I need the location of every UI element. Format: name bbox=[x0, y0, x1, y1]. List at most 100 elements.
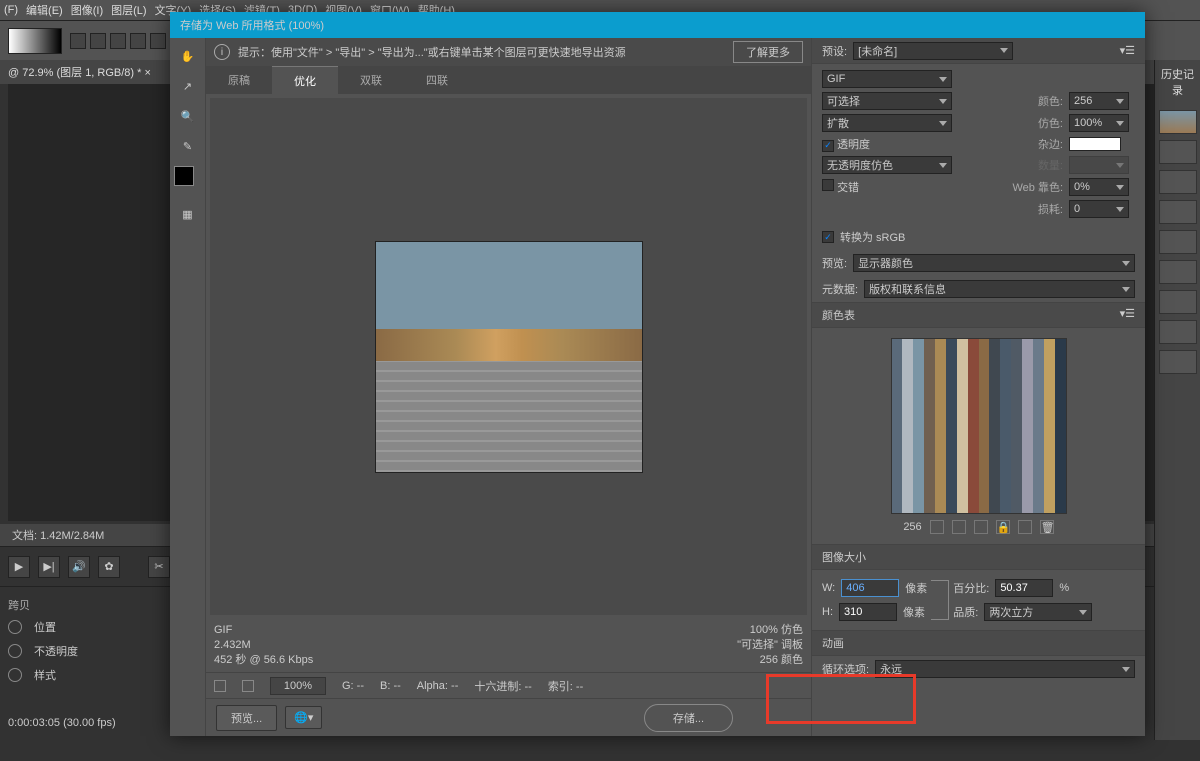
amount-select bbox=[1069, 156, 1129, 174]
learn-more-link[interactable]: 了解更多 bbox=[733, 41, 803, 63]
document-tab[interactable]: @ 72.9% (图层 1, RGB/8) * × bbox=[8, 64, 151, 80]
history-state[interactable] bbox=[1159, 200, 1197, 224]
fps: (30.00 fps) bbox=[63, 717, 116, 729]
trash-icon[interactable]: 🗑 bbox=[1040, 520, 1054, 534]
color-table-grid[interactable] bbox=[891, 338, 1067, 514]
info-speed: 452 秒 @ 56.6 Kbps bbox=[214, 653, 313, 668]
interlace-label: 交错 bbox=[837, 182, 859, 194]
panel-menu-icon[interactable]: ▾☰ bbox=[1120, 307, 1135, 323]
split-button[interactable]: ✂ bbox=[148, 556, 170, 578]
history-thumbnail[interactable] bbox=[1159, 110, 1197, 134]
tab-2up[interactable]: 双联 bbox=[338, 66, 404, 94]
reduction-select[interactable]: 可选择 bbox=[822, 92, 952, 110]
view-tabs: 原稿 优化 双联 四联 bbox=[206, 66, 811, 94]
amount-label: 数量: bbox=[1012, 157, 1063, 173]
lossy-label: 损耗: bbox=[1012, 201, 1063, 217]
history-state[interactable] bbox=[1159, 230, 1197, 254]
image-info: GIF 2.432M 452 秒 @ 56.6 Kbps 100% 仿色 "可选… bbox=[206, 619, 811, 672]
dialog-title-bar[interactable]: 存储为 Web 所用格式 (100%) bbox=[170, 12, 1145, 38]
lossy-select[interactable]: 0 bbox=[1069, 200, 1129, 218]
preview-button[interactable]: 预览... bbox=[216, 705, 277, 731]
link-dimensions-icon[interactable] bbox=[931, 580, 949, 620]
metadata-select[interactable]: 版权和联系信息 bbox=[864, 280, 1135, 298]
tab-original[interactable]: 原稿 bbox=[206, 66, 272, 94]
panel-menu-icon[interactable]: ▾☰ bbox=[1120, 44, 1135, 57]
hand-tool-icon[interactable]: ✋ bbox=[178, 46, 198, 66]
tab-optimized[interactable]: 优化 bbox=[272, 66, 338, 94]
info-icon: i bbox=[214, 44, 230, 60]
metadata-label: 元数据: bbox=[822, 281, 858, 297]
save-for-web-dialog: 存储为 Web 所用格式 (100%) ✋ ↗ 🔍 ✎ ▦ i 提示：使用"文件… bbox=[170, 12, 1145, 736]
stopwatch-icon[interactable] bbox=[8, 644, 22, 658]
history-state[interactable] bbox=[1159, 140, 1197, 164]
color-count: 256 bbox=[903, 521, 921, 533]
menu-layer[interactable]: 图层(L) bbox=[111, 2, 146, 18]
gradient-picker[interactable] bbox=[8, 28, 62, 54]
width-input[interactable] bbox=[841, 579, 899, 597]
menu-file[interactable]: (F) bbox=[4, 4, 18, 16]
info-dither: 100% 仿色 bbox=[737, 623, 803, 638]
info-size: 2.432M bbox=[214, 638, 313, 653]
dialog-tools: ✋ ↗ 🔍 ✎ ▦ bbox=[170, 38, 206, 736]
colors-select[interactable]: 256 bbox=[1069, 92, 1129, 110]
dither-label: 仿色: bbox=[1012, 115, 1063, 131]
history-state[interactable] bbox=[1159, 170, 1197, 194]
preview-colorspace-select[interactable]: 显示器颜色 bbox=[853, 254, 1135, 272]
stopwatch-icon[interactable] bbox=[8, 668, 22, 682]
history-panel-title[interactable]: 历史记录 bbox=[1155, 60, 1200, 104]
foreground-color-icon[interactable] bbox=[174, 166, 194, 186]
history-state[interactable] bbox=[1159, 290, 1197, 314]
transparency-checkbox[interactable] bbox=[822, 140, 834, 152]
toggle-slices-icon[interactable]: ▦ bbox=[178, 204, 198, 224]
tab-4up[interactable]: 四联 bbox=[404, 66, 470, 94]
preset-select[interactable]: [未命名] bbox=[853, 42, 1013, 60]
next-frame-button[interactable]: ▶| bbox=[38, 556, 60, 578]
websnap-select[interactable]: 0% bbox=[1069, 178, 1129, 196]
eyedropper-tool-icon[interactable]: ✎ bbox=[178, 136, 198, 156]
zoom-select[interactable]: 100% bbox=[270, 677, 326, 695]
format-select[interactable]: GIF bbox=[822, 70, 952, 88]
settings-button[interactable]: ✿ bbox=[98, 556, 120, 578]
srgb-checkbox[interactable] bbox=[822, 231, 834, 243]
new-color-icon[interactable] bbox=[1018, 520, 1032, 534]
trans-dither-select[interactable]: 无透明度仿色 bbox=[822, 156, 952, 174]
browser-preview-button[interactable]: 🌐▾ bbox=[285, 706, 322, 729]
history-state[interactable] bbox=[1159, 320, 1197, 344]
stopwatch-icon[interactable] bbox=[8, 620, 22, 634]
dither-method-select[interactable]: 扩散 bbox=[822, 114, 952, 132]
ct-icon[interactable] bbox=[974, 520, 988, 534]
matte-swatch[interactable] bbox=[1069, 137, 1121, 151]
image-size-title: 图像大小 bbox=[822, 549, 866, 565]
color-readout-swatch bbox=[214, 680, 226, 692]
linear-gradient-icon[interactable] bbox=[70, 33, 86, 49]
play-button[interactable]: ▶ bbox=[8, 556, 30, 578]
dither-select[interactable]: 100% bbox=[1069, 114, 1129, 132]
ct-icon[interactable] bbox=[952, 520, 966, 534]
readout-index: 索引: -- bbox=[548, 678, 583, 694]
menu-image[interactable]: 图像(I) bbox=[71, 2, 103, 18]
history-state[interactable] bbox=[1159, 260, 1197, 284]
tip-text: 提示：使用"文件" > "导出" > "导出为..."或右键单击某个图层可更快速… bbox=[238, 44, 626, 60]
quality-select[interactable]: 两次立方 bbox=[984, 603, 1092, 621]
readout-g: G: -- bbox=[342, 680, 364, 692]
menu-edit[interactable]: 编辑(E) bbox=[26, 2, 63, 18]
slice-tool-icon[interactable]: ↗ bbox=[178, 76, 198, 96]
diamond-gradient-icon[interactable] bbox=[150, 33, 166, 49]
ct-icon[interactable] bbox=[930, 520, 944, 534]
preset-label: 预设: bbox=[822, 43, 847, 59]
angle-gradient-icon[interactable] bbox=[110, 33, 126, 49]
lock-icon[interactable]: 🔒 bbox=[996, 520, 1010, 534]
right-panel-dock: 历史记录 bbox=[1154, 60, 1200, 740]
reflected-gradient-icon[interactable] bbox=[130, 33, 146, 49]
height-input[interactable] bbox=[839, 603, 897, 621]
height-label: H: bbox=[822, 606, 833, 618]
audio-button[interactable]: 🔊 bbox=[68, 556, 90, 578]
percent-input[interactable] bbox=[995, 579, 1053, 597]
preview-pane[interactable] bbox=[210, 98, 807, 615]
interlace-checkbox[interactable] bbox=[822, 179, 834, 191]
save-button[interactable]: 存储... bbox=[644, 704, 733, 732]
info-colors: 256 颜色 bbox=[737, 653, 803, 668]
zoom-tool-icon[interactable]: 🔍 bbox=[178, 106, 198, 126]
radial-gradient-icon[interactable] bbox=[90, 33, 106, 49]
history-state[interactable] bbox=[1159, 350, 1197, 374]
